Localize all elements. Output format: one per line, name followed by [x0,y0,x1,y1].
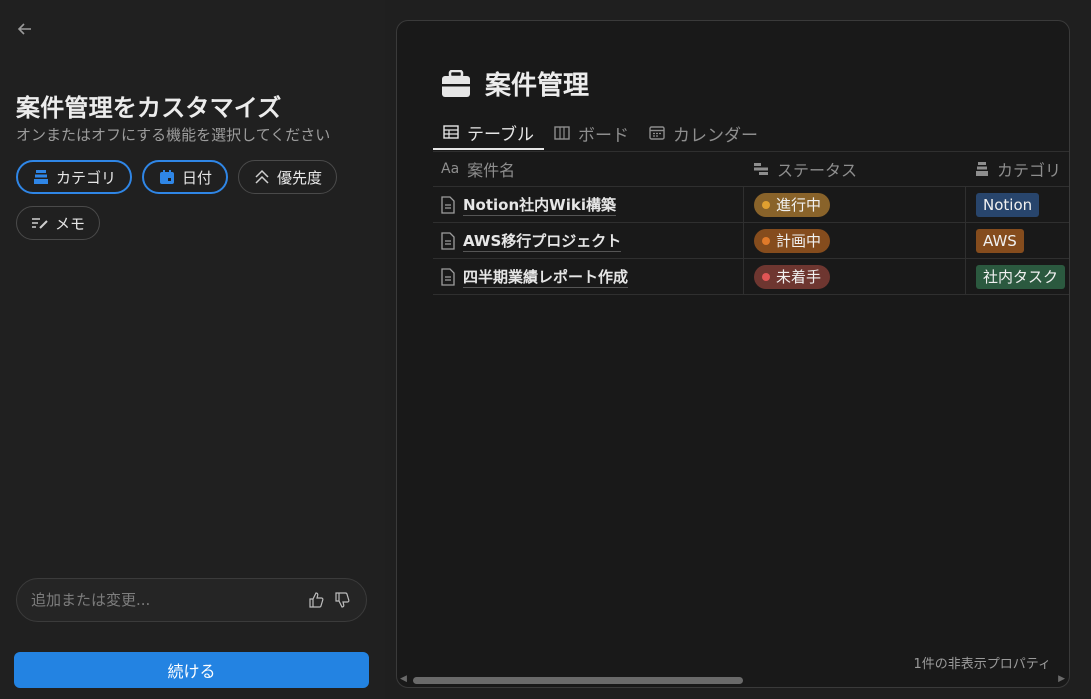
briefcase-icon [442,69,470,97]
tab-table[interactable]: テーブル [433,116,544,150]
column-label: 案件名 [467,161,516,180]
column-header-category[interactable]: カテゴリ [965,152,1069,186]
cell-status[interactable]: 進行中 [743,187,965,222]
panel-title: 案件管理をカスタマイズ [16,94,282,122]
status-icon [754,163,768,175]
stack-icon [976,162,988,176]
text-type-icon: Aa [441,161,460,177]
status-text: 進行中 [776,196,822,214]
page-icon [441,267,455,286]
customize-panel: 案件管理をカスタマイズ オンまたはオフにする機能を選択してください カテゴリ 日… [0,0,385,699]
tab-label: ボード [577,125,629,146]
tab-calendar[interactable]: カレンダー [639,116,768,150]
scroll-right-icon[interactable]: ▶ [1058,674,1065,684]
page-title-text: 案件管理 [485,71,590,101]
feedback-box [16,578,367,622]
cell-status[interactable]: 計画中 [743,223,965,258]
chip-category[interactable]: カテゴリ [16,160,133,194]
double-chevron-up-icon [253,168,271,186]
status-badge: 計画中 [754,228,831,253]
category-tag: 社内タスク [976,264,1066,289]
table-row[interactable]: 四半期業績レポート作成 未着手 社内タスク [433,259,1069,295]
feedback-input[interactable] [31,591,300,609]
table-row[interactable]: AWS移行プロジェクト 計画中 AWS [433,223,1069,259]
chip-priority[interactable]: 優先度 [238,160,338,194]
tab-board[interactable]: ボード [544,116,639,150]
status-dot [762,200,770,209]
status-dot [762,272,770,281]
chip-label: 優先度 [277,168,323,187]
status-text: 計画中 [776,232,822,250]
column-label: ステータス [777,161,858,180]
tab-label: テーブル [467,124,534,145]
cell-status[interactable]: 未着手 [743,259,965,294]
status-text: 未着手 [776,268,822,286]
feature-chips: カテゴリ 日付 優先度 メモ [16,160,366,240]
tab-label: カレンダー [672,125,758,146]
thumbs-down-icon[interactable] [332,590,352,610]
column-label: カテゴリ [997,161,1062,180]
page-title: 案件管理 [441,65,589,102]
column-header-status[interactable]: ステータス [743,152,965,186]
chip-label: カテゴリ [56,168,117,187]
continue-button[interactable]: 続ける [14,652,369,688]
horizontal-scrollbar[interactable]: ◀ ▶ [397,673,1069,687]
calendar-icon [158,168,176,186]
board-icon [554,126,570,140]
page-icon [441,231,455,250]
status-dot [762,236,770,245]
category-tag: AWS [976,228,1024,253]
cell-name: 四半期業績レポート作成 [433,259,743,294]
chip-date[interactable]: 日付 [142,160,229,194]
stack-icon [32,168,50,186]
panel-subtitle: オンまたはオフにする機能を選択してください [16,126,331,144]
page-icon [441,195,455,214]
data-table: Aa 案件名 ステータス カテゴリ Notion社内Wiki構築 進行中 Not… [433,152,1069,295]
hidden-properties-link[interactable]: 1件の非表示プロパティ [914,653,1052,672]
thumbs-up-icon[interactable] [306,590,326,610]
column-header-name[interactable]: Aa 案件名 [433,152,743,186]
cell-name: Notion社内Wiki構築 [433,187,743,222]
row-title[interactable]: AWS移行プロジェクト [463,230,622,252]
table-icon [443,125,459,139]
scrollbar-thumb[interactable] [413,677,743,684]
edit-lines-icon [31,214,49,232]
calendar-icon [649,126,665,140]
view-tabs: テーブル ボード カレンダー [433,116,768,150]
status-badge: 未着手 [754,264,831,289]
arrow-left-icon [17,23,31,35]
table-header: Aa 案件名 ステータス カテゴリ [433,152,1069,187]
table-row[interactable]: Notion社内Wiki構築 進行中 Notion [433,187,1069,223]
back-button[interactable] [14,20,36,42]
cell-category[interactable]: AWS [965,223,1069,258]
cell-category[interactable]: Notion [965,187,1069,222]
scroll-left-icon[interactable]: ◀ [400,674,407,684]
chip-label: メモ [55,214,86,233]
database-preview: 案件管理 テーブル ボード カレンダー Aa 案件名 ステータス カテゴリ No… [396,20,1070,688]
category-tag: Notion [976,192,1040,217]
row-title[interactable]: Notion社内Wiki構築 [463,194,616,216]
cell-name: AWS移行プロジェクト [433,223,743,258]
status-badge: 進行中 [754,192,831,217]
row-title[interactable]: 四半期業績レポート作成 [463,266,629,288]
cell-category[interactable]: 社内タスク [965,259,1069,294]
chip-label: 日付 [182,168,213,187]
chip-memo[interactable]: メモ [16,206,101,240]
